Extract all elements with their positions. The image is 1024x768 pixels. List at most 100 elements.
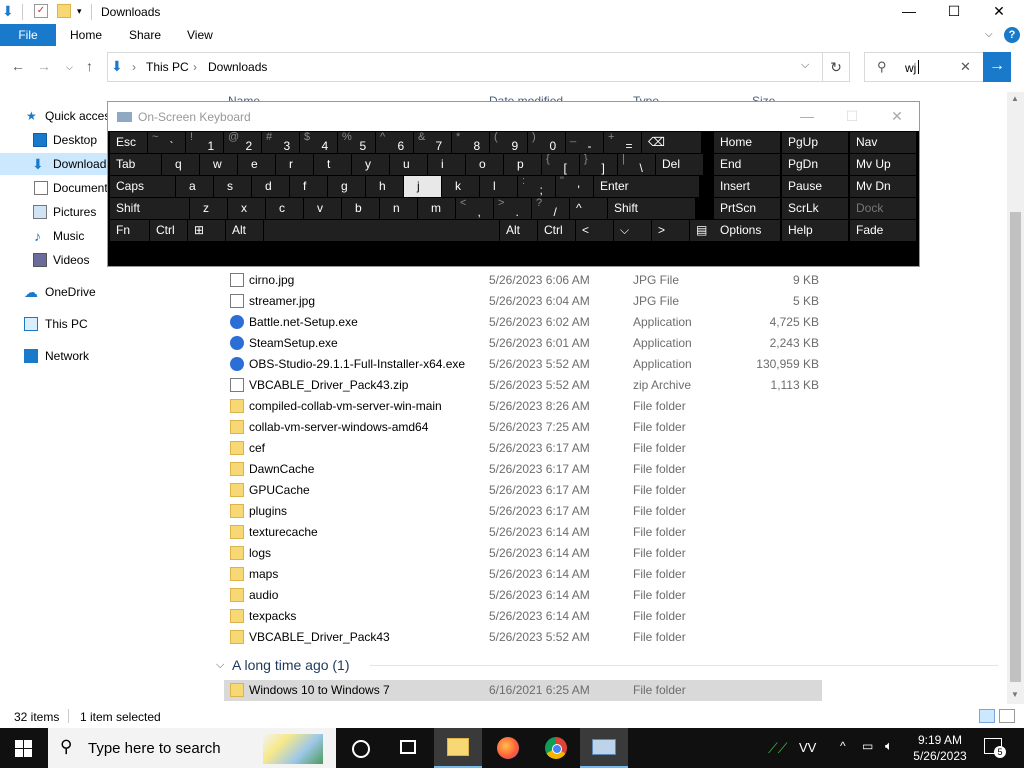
tab-file[interactable]: File — [0, 24, 56, 46]
nav-item-music[interactable]: ♪ Music — [0, 225, 110, 247]
osk-key-insert[interactable]: Insert — [714, 176, 780, 197]
osk-key-space-4[interactable] — [264, 220, 499, 241]
up-arrow-icon[interactable]: ↑ — [86, 58, 93, 74]
osk-key-blank[interactable]: {[ — [542, 154, 579, 175]
table-row[interactable]: compiled-collab-vm-server-win-main 5/26/2… — [224, 396, 822, 417]
osk-close-button[interactable]: ✕ — [875, 102, 919, 131]
nav-item-onedrive[interactable]: ☁ OneDrive — [0, 281, 110, 303]
osk-key-prtscn[interactable]: PrtScn — [714, 198, 780, 219]
nav-item-downloads[interactable]: ⬇ Downloads — [0, 153, 110, 175]
search-highlight-image[interactable] — [263, 734, 323, 764]
osk-key-9[interactable]: (9 — [490, 132, 527, 153]
osk-key-blank[interactable]: ⌵ — [614, 220, 651, 241]
osk-key-r[interactable]: r — [276, 154, 313, 175]
osk-key-m[interactable]: m — [418, 198, 455, 219]
table-row[interactable]: plugins 5/26/2023 6:17 AM File folder — [224, 501, 822, 522]
chrome-taskbar-button[interactable] — [532, 728, 580, 768]
address-dropdown-icon[interactable]: ⌵ — [801, 59, 809, 72]
osk-key-blank[interactable]: | \ — [618, 154, 655, 175]
nav-item-network[interactable]: Network — [0, 345, 110, 367]
taskbar-search-box[interactable]: ⚲ Type here to search — [48, 728, 336, 768]
osk-key-blank[interactable]: + = — [604, 132, 641, 153]
help-button[interactable]: ? — [1004, 27, 1020, 43]
table-row[interactable]: maps 5/26/2023 6:14 AM File folder — [224, 564, 822, 585]
osk-key-tab[interactable]: Tab — [110, 154, 161, 175]
osk-key-6[interactable]: ^ 6 — [376, 132, 413, 153]
osk-key-home[interactable]: Home — [714, 132, 780, 153]
osk-key-blank[interactable]: ⌫ — [642, 132, 701, 153]
table-row[interactable]: cirno.jpg 5/26/2023 6:06 AM JPG File 9 KB — [224, 270, 822, 291]
osk-key-t[interactable]: t — [314, 154, 351, 175]
new-folder-icon[interactable] — [57, 4, 71, 18]
osk-key-blank[interactable]: ~ ` — [148, 132, 185, 153]
osk-key-blank[interactable]: > — [652, 220, 689, 241]
address-bar[interactable]: ⬇ › This PC › Downloads ⌵ — [107, 52, 850, 82]
osk-key-options[interactable]: Options — [714, 220, 780, 241]
maximize-button[interactable]: ☐ — [931, 0, 977, 24]
osk-key-4[interactable]: $4 — [300, 132, 337, 153]
table-row[interactable]: DawnCache 5/26/2023 6:17 AM File folder — [224, 459, 822, 480]
osk-key-ctrl[interactable]: Ctrl — [538, 220, 575, 241]
cortana-button[interactable] — [336, 728, 384, 768]
osk-key-blank[interactable]: :; — [518, 176, 555, 197]
osk-key-w[interactable]: w — [200, 154, 237, 175]
osk-key-7[interactable]: & 7 — [414, 132, 451, 153]
customize-quick-access-icon[interactable]: ▾ — [77, 6, 82, 17]
osk-key-nav[interactable]: Nav — [850, 132, 916, 153]
properties-icon[interactable]: ✓ — [34, 4, 48, 18]
scrollbar-thumb[interactable] — [1010, 212, 1021, 682]
osk-key-p[interactable]: p — [504, 154, 541, 175]
osk-key-blank[interactable]: " ' — [556, 176, 593, 197]
table-row[interactable]: GPUCache 5/26/2023 6:17 AM File folder — [224, 480, 822, 501]
osk-key-fn[interactable]: Fn — [110, 220, 149, 241]
osk-key-dock[interactable]: Dock — [850, 198, 916, 219]
breadcrumb-downloads[interactable]: Downloads — [208, 60, 267, 74]
nav-item-documents[interactable]: Documents — [0, 177, 110, 199]
osk-key-mv-dn[interactable]: Mv Dn — [850, 176, 916, 197]
nav-item-this-pc[interactable]: This PC — [0, 313, 110, 335]
osk-key-fade[interactable]: Fade — [850, 220, 916, 241]
collapse-group-icon[interactable]: ⌵ — [216, 654, 224, 676]
task-view-button[interactable] — [384, 728, 432, 768]
nav-item-desktop[interactable]: Desktop — [0, 129, 110, 151]
volume-icon[interactable]: 🔈︎ — [885, 738, 893, 754]
osk-key-caps[interactable]: Caps — [110, 176, 175, 197]
osk-key-z[interactable]: z — [190, 198, 227, 219]
osk-key-blank[interactable]: _ - — [566, 132, 603, 153]
details-view-icon[interactable] — [979, 709, 995, 723]
large-icons-view-icon[interactable] — [999, 709, 1015, 723]
table-row[interactable]: collab-vm-server-windows-amd64 5/26/2023 … — [224, 417, 822, 438]
table-row[interactable]: texturecache 5/26/2023 6:14 AM File folder — [224, 522, 822, 543]
osk-key-blank[interactable]: ⊞ — [188, 220, 225, 241]
osk-taskbar-button[interactable] — [580, 728, 628, 768]
osk-key-a[interactable]: a — [176, 176, 213, 197]
tab-share[interactable]: Share — [129, 28, 161, 42]
scroll-up-icon[interactable]: ▲ — [1011, 94, 1019, 103]
osk-key-q[interactable]: q — [162, 154, 199, 175]
osk-key-n[interactable]: n — [380, 198, 417, 219]
osk-key-mv-up[interactable]: Mv Up — [850, 154, 916, 175]
scroll-down-icon[interactable]: ▼ — [1011, 690, 1019, 699]
tab-home[interactable]: Home — [70, 28, 102, 42]
file-explorer-taskbar-button[interactable] — [434, 728, 482, 768]
nav-item-pictures[interactable]: Pictures — [0, 201, 110, 223]
osk-key-blank[interactable]: ^ — [570, 198, 607, 219]
osk-key-blank[interactable]: < — [576, 220, 613, 241]
table-row[interactable]: logs 5/26/2023 6:14 AM File folder — [224, 543, 822, 564]
osk-key-blank[interactable]: >. — [494, 198, 531, 219]
osk-key-8[interactable]: * 8 — [452, 132, 489, 153]
minimize-button[interactable]: — — [886, 0, 932, 24]
search-box[interactable]: ⚲ wj ✕ — [864, 52, 984, 82]
osk-key-alt[interactable]: Alt — [500, 220, 537, 241]
search-go-button[interactable]: → — [983, 52, 1011, 82]
osk-maximize-button[interactable]: ☐ — [830, 102, 874, 131]
clear-search-icon[interactable]: ✕ — [960, 59, 971, 75]
tray-vv-label[interactable]: VV — [799, 740, 816, 755]
table-row[interactable]: VBCABLE_Driver_Pack43 5/26/2023 5:52 AM Fi… — [224, 627, 822, 648]
osk-key-enter[interactable]: Enter — [594, 176, 699, 197]
osk-key-k[interactable]: k — [442, 176, 479, 197]
osk-key-blank[interactable]: ? / — [532, 198, 569, 219]
nav-item-quick-access[interactable]: ★ Quick access — [0, 105, 110, 127]
tab-view[interactable]: View — [187, 28, 213, 42]
recent-locations-icon[interactable]: ⌵ — [66, 62, 73, 73]
